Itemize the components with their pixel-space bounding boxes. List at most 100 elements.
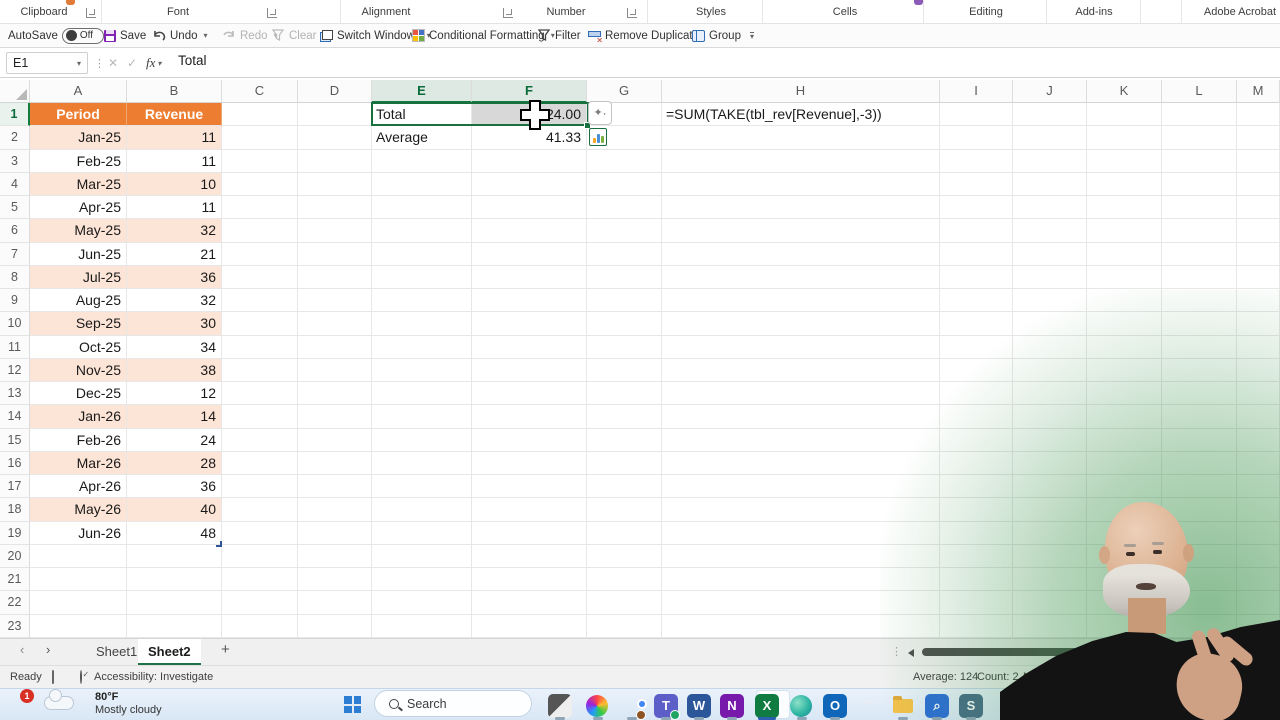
cell-H16[interactable] <box>662 452 940 475</box>
accessibility-status[interactable]: Accessibility: Investigate <box>94 671 213 683</box>
cell-J23[interactable] <box>1013 615 1087 638</box>
cell-M6[interactable] <box>1237 219 1280 242</box>
cell-K22[interactable] <box>1087 591 1162 614</box>
alienware-icon[interactable] <box>857 694 881 718</box>
column-header-m[interactable]: M <box>1237 80 1280 103</box>
dialog-launcher-icon[interactable] <box>267 8 277 18</box>
table-resize-handle[interactable] <box>216 541 222 547</box>
cell-B11[interactable]: 34 <box>127 336 222 359</box>
cell-D10[interactable] <box>298 312 372 335</box>
cell-L20[interactable] <box>1162 545 1237 568</box>
row-header-6[interactable]: 6 <box>0 219 30 242</box>
cell-G19[interactable] <box>587 522 662 545</box>
cell-M13[interactable] <box>1237 382 1280 405</box>
cell-K11[interactable] <box>1087 336 1162 359</box>
cell-I19[interactable] <box>940 522 1013 545</box>
analyze-data-button[interactable]: ✦˖ <box>588 101 612 125</box>
cell-F10[interactable] <box>472 312 587 335</box>
cell-K20[interactable] <box>1087 545 1162 568</box>
cell-G12[interactable] <box>587 359 662 382</box>
cell-E17[interactable] <box>372 475 472 498</box>
row-header-10[interactable]: 10 <box>0 312 30 335</box>
cell-K19[interactable] <box>1087 522 1162 545</box>
cell-H9[interactable] <box>662 289 940 312</box>
taskbar-search[interactable]: Search <box>374 690 532 717</box>
cell-L23[interactable] <box>1162 615 1237 638</box>
cell-K5[interactable] <box>1087 196 1162 219</box>
cell-G7[interactable] <box>587 243 662 266</box>
column-header-j[interactable]: J <box>1013 80 1087 103</box>
cell-D14[interactable] <box>298 405 372 428</box>
cell-H15[interactable] <box>662 429 940 452</box>
cell-G9[interactable] <box>587 289 662 312</box>
cell-K9[interactable] <box>1087 289 1162 312</box>
macro-record-icon[interactable] <box>52 670 54 684</box>
cell-I22[interactable] <box>940 591 1013 614</box>
cell-A6[interactable]: May-25 <box>30 219 127 242</box>
cell-L5[interactable] <box>1162 196 1237 219</box>
cell-E9[interactable] <box>372 289 472 312</box>
cell-B1[interactable]: Revenue <box>127 103 222 126</box>
cell-H23[interactable] <box>662 615 940 638</box>
cell-L4[interactable] <box>1162 173 1237 196</box>
formula-bar-content[interactable]: Total <box>178 53 207 68</box>
cell-D22[interactable] <box>298 591 372 614</box>
cell-D6[interactable] <box>298 219 372 242</box>
cell-G18[interactable] <box>587 498 662 521</box>
cell-A23[interactable] <box>30 615 127 638</box>
cell-A7[interactable]: Jun-25 <box>30 243 127 266</box>
cell-M21[interactable] <box>1237 568 1280 591</box>
row-header-12[interactable]: 12 <box>0 359 30 382</box>
cell-A1[interactable]: Period <box>30 103 127 126</box>
cell-L22[interactable] <box>1162 591 1237 614</box>
cell-F12[interactable] <box>472 359 587 382</box>
word-icon[interactable]: W <box>687 694 711 718</box>
cell-C4[interactable] <box>222 173 298 196</box>
name-box[interactable]: E1 ▾ <box>6 52 88 74</box>
cell-I15[interactable] <box>940 429 1013 452</box>
cell-C6[interactable] <box>222 219 298 242</box>
cell-M7[interactable] <box>1237 243 1280 266</box>
cell-K23[interactable] <box>1087 615 1162 638</box>
cell-M12[interactable] <box>1237 359 1280 382</box>
cell-L7[interactable] <box>1162 243 1237 266</box>
cell-I13[interactable] <box>940 382 1013 405</box>
onenote-icon[interactable]: N <box>720 694 744 718</box>
cell-B18[interactable]: 40 <box>127 498 222 521</box>
cell-A18[interactable]: May-26 <box>30 498 127 521</box>
cell-E13[interactable] <box>372 382 472 405</box>
cell-K4[interactable] <box>1087 173 1162 196</box>
cell-L6[interactable] <box>1162 219 1237 242</box>
cell-L19[interactable] <box>1162 522 1237 545</box>
cell-E22[interactable] <box>372 591 472 614</box>
cell-A15[interactable]: Feb-26 <box>30 429 127 452</box>
cell-C2[interactable] <box>222 126 298 149</box>
cell-A21[interactable] <box>30 568 127 591</box>
cell-C12[interactable] <box>222 359 298 382</box>
edge-icon[interactable] <box>790 695 812 717</box>
column-header-d[interactable]: D <box>298 80 372 103</box>
cell-C19[interactable] <box>222 522 298 545</box>
cell-D21[interactable] <box>298 568 372 591</box>
cell-A2[interactable]: Jan-25 <box>30 126 127 149</box>
cell-I21[interactable] <box>940 568 1013 591</box>
row-header-7[interactable]: 7 <box>0 243 30 266</box>
cell-J4[interactable] <box>1013 173 1087 196</box>
cell-C20[interactable] <box>222 545 298 568</box>
cell-J1[interactable] <box>1013 103 1087 126</box>
cell-F16[interactable] <box>472 452 587 475</box>
filter-button[interactable]: Filter <box>538 24 581 47</box>
cell-J22[interactable] <box>1013 591 1087 614</box>
cell-B10[interactable]: 30 <box>127 312 222 335</box>
cell-E2[interactable]: Average <box>372 126 472 149</box>
hscroll-left-arrow[interactable] <box>908 649 914 657</box>
cell-M22[interactable] <box>1237 591 1280 614</box>
cell-M16[interactable] <box>1237 452 1280 475</box>
cell-D20[interactable] <box>298 545 372 568</box>
select-all-corner[interactable] <box>0 80 30 103</box>
cell-J6[interactable] <box>1013 219 1087 242</box>
cell-I5[interactable] <box>940 196 1013 219</box>
cell-F5[interactable] <box>472 196 587 219</box>
clear-filter-button[interactable]: Clear <box>272 24 316 47</box>
cell-I10[interactable] <box>940 312 1013 335</box>
